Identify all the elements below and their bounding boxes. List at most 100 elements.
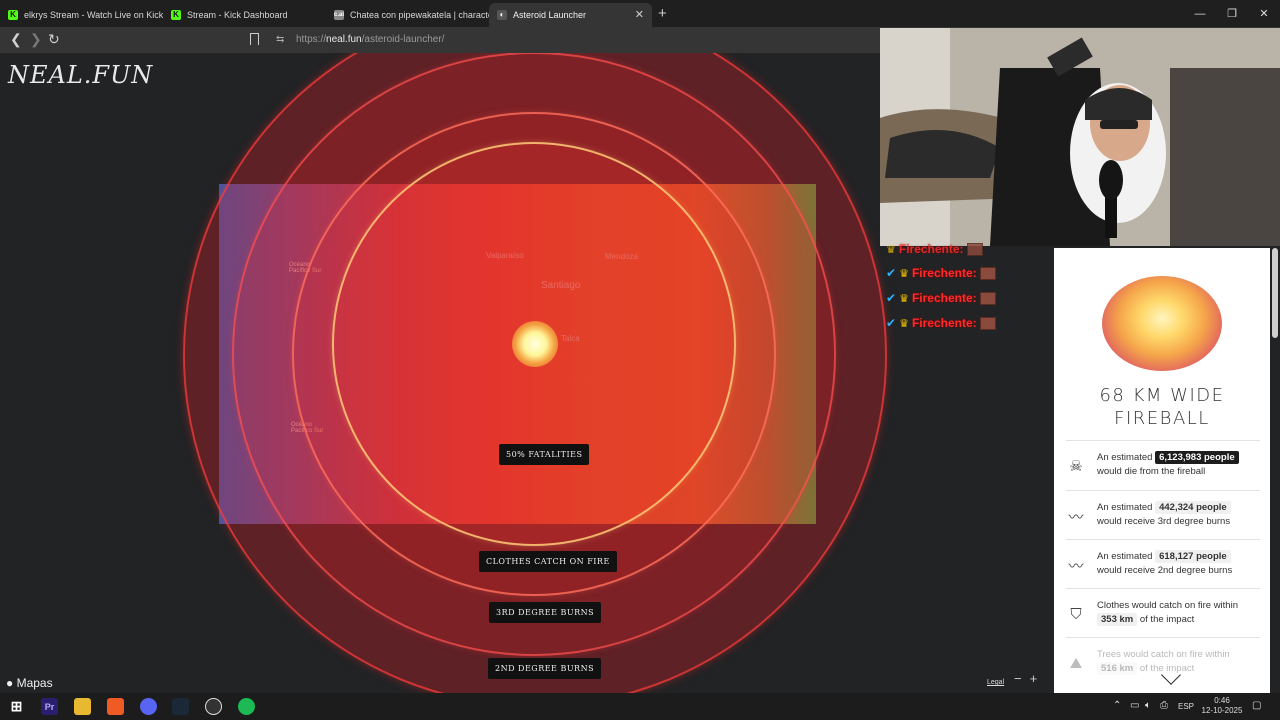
network-icon[interactable]: ▭ [1130,700,1139,711]
divider [1066,440,1260,441]
tab-kick-stream[interactable]: K elkrys Stream - Watch Live on Kick [0,3,163,27]
chat-message: ✔ ♛ Firechente: [886,266,996,280]
windows-taskbar: ⊞ Pr ⌃ ▭ 🔈︎ ⎙ ESP 0:46 12-10-2025 ▢ [0,693,1280,720]
impact-point[interactable] [512,321,558,367]
fireball-illustration [1102,276,1222,371]
tab-asteroid-launcher[interactable]: ◐ Asteroid Launcher ✕ [489,2,652,27]
stat-fireball-deaths: ☠ An estimated 6,123,983 people would di… [1054,448,1270,488]
crown-icon: ♛ [899,267,909,280]
tree-icon: ⛰ [1069,654,1083,672]
legal-link[interactable]: Legal [987,679,1004,686]
language-indicator[interactable]: ESP [1178,702,1194,711]
neal-fun-icon: ◐ [497,9,507,20]
new-tab-button[interactable]: + [658,5,667,22]
verified-icon: ✔ [886,316,897,330]
crown-icon: ♛ [899,317,909,330]
window-controls: — ❐ ✕ [1184,0,1280,27]
chat-username: Firechente: [898,242,964,256]
stat-value: 618,127 people [1155,550,1231,563]
volume-icon[interactable]: 🔈︎ [1145,700,1151,711]
tab-kick-dashboard[interactable]: K Stream - Kick Dashboard [163,3,326,27]
windows-start-icon[interactable]: ⊞ [8,698,25,715]
streamer-webcam [880,28,1280,246]
tab-character-ai[interactable]: c.ai Chatea con pipewakatela | character… [326,3,489,27]
url-domain: neal.fun [326,34,362,45]
stat-suffix: would receive 3rd degree burns [1097,516,1231,527]
forward-button[interactable]: ❯ [30,31,42,48]
obs-icon[interactable] [205,698,222,715]
ring-label-fatalities: 50% FATALITIES [499,444,590,465]
url-prefix: https:// [296,34,327,45]
close-window-button[interactable]: ✕ [1248,0,1280,27]
premiere-pro-icon[interactable]: Pr [41,698,58,715]
skull-icon: ☠ [1069,458,1083,475]
tab-title: elkrys Stream - Watch Live on Kick [24,9,163,20]
chat-username: Firechente: [911,266,977,280]
tab-title: Stream - Kick Dashboard [187,9,288,20]
chat-message: ♛ Firechente: [886,242,983,256]
crown-icon: ♛ [899,292,909,305]
stat-clothes-fire: ⛉ Clothes would catch on fire within 353… [1054,596,1270,636]
chat-message: ✔ ♛ Firechente: [886,316,996,330]
notifications-icon[interactable]: ▢ [1252,700,1261,711]
impact-results-panel[interactable]: 68 KM WIDE FIREBALL ☠ An estimated 6,123… [1054,248,1270,693]
site-logo[interactable]: NEAL.FUN [8,61,153,89]
restore-button[interactable]: ❐ [1216,0,1248,27]
discord-icon[interactable] [140,698,157,715]
tray-chevron-icon[interactable]: ⌃ [1113,700,1121,711]
shirt-icon: ⛉ [1070,605,1082,623]
site-settings-icon[interactable]: ⇆ [276,34,284,45]
bookmark-icon[interactable] [250,33,259,45]
stat-prefix: An estimated [1097,551,1153,562]
kick-icon: K [171,9,181,20]
spotify-icon[interactable] [238,698,255,715]
url-path: /asteroid-launcher/ [361,34,445,45]
chat-username: Firechente: [911,316,977,330]
stat-text: Clothes would catch on fire within 353 k… [1097,599,1267,627]
panel-scrollbar[interactable] [1272,248,1278,338]
tab-title: Chatea con pipewakatela | character... [350,9,489,20]
close-tab-icon[interactable]: ✕ [635,8,644,21]
stat-value: 353 km [1097,613,1138,626]
reload-button[interactable]: ↻ [48,31,60,48]
stream-chat-overlay: ♛ Firechente: ✔ ♛ Firechente: ✔ ♛ Firech… [880,242,1053,346]
tab-title: Asteroid Launcher [513,9,587,20]
clock-time: 0:46 [1214,696,1230,705]
stat-text: An estimated 618,127 people would receiv… [1097,550,1267,578]
emote-icon [979,266,996,280]
divider [1066,637,1260,638]
minimize-button[interactable]: — [1184,0,1216,27]
emote-icon [979,291,996,305]
burn-icon: 〰 [1068,508,1084,526]
stat-text: An estimated 442,324 people would receiv… [1097,501,1267,529]
webcam-scene [880,28,1280,246]
divider [1066,539,1260,540]
zoom-in-button[interactable]: + [1030,671,1038,686]
emote-icon [979,316,996,330]
attribution-text: Mapas [13,676,53,690]
burn-icon: 〰 [1068,557,1084,575]
url-field[interactable]: https://neal.fun/asteroid-launcher/ [296,34,444,45]
stat-suffix: would die from the fireball [1097,466,1206,477]
stat-suffix: would receive 2nd degree burns [1097,565,1233,576]
back-button[interactable]: ❮ [10,31,22,48]
clock[interactable]: 0:46 12-10-2025 [1200,696,1244,716]
chat-message: ✔ ♛ Firechente: [886,291,996,305]
kick-icon: K [8,9,18,20]
zoom-out-button[interactable]: − [1014,671,1022,686]
stat-prefix: An estimated [1097,502,1153,513]
panel-title: 68 KM WIDE FIREBALL [1099,385,1225,429]
brave-browser-icon[interactable] [107,698,124,715]
steam-icon[interactable] [172,698,189,715]
stat-2nd-degree-burns: 〰 An estimated 618,127 people would rece… [1054,547,1270,587]
stat-trees-fire: ⛰ Trees would catch on fire within 516 k… [1054,645,1270,685]
verified-icon: ✔ [886,291,897,305]
emote-icon [966,242,983,256]
stat-prefix: An estimated [1097,452,1153,463]
file-explorer-icon[interactable] [74,698,91,715]
browser-tab-bar: K elkrys Stream - Watch Live on Kick K S… [0,0,1280,27]
clock-date: 12-10-2025 [1201,706,1243,715]
stat-prefix: Clothes would catch on fire within [1097,600,1238,611]
microphone-icon[interactable]: ⎙ [1160,700,1168,711]
ring-label-3rd-degree: 3RD DEGREE BURNS [489,602,602,623]
